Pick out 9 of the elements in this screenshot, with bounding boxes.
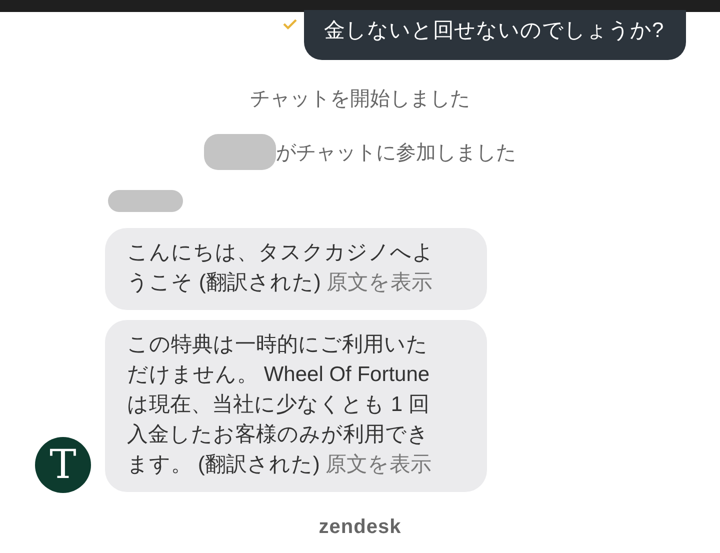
system-message: がチャットに参加しました [276,140,516,166]
show-original-link[interactable]: 原文を表示 [326,271,433,294]
agent-avatar: T [35,437,91,493]
message-text: この特典は一時的にご利用いただけません。 Wheel Of Fortune は現在、当社に少なくとも 1 回入金したお客様のみが利用できます。 (翻訳された) 原文を表示 [127,333,432,476]
system-message: チャットを開始しました [250,86,470,112]
show-original-link[interactable]: 原文を表示 [326,453,432,476]
sent-message: 金しないと回せないのでしょうか? [304,10,686,60]
message-text: こんにちは、タスクカジノへようこそ (翻訳された) 原文を表示 [127,241,434,294]
brand-logo: zendesk [318,516,402,539]
